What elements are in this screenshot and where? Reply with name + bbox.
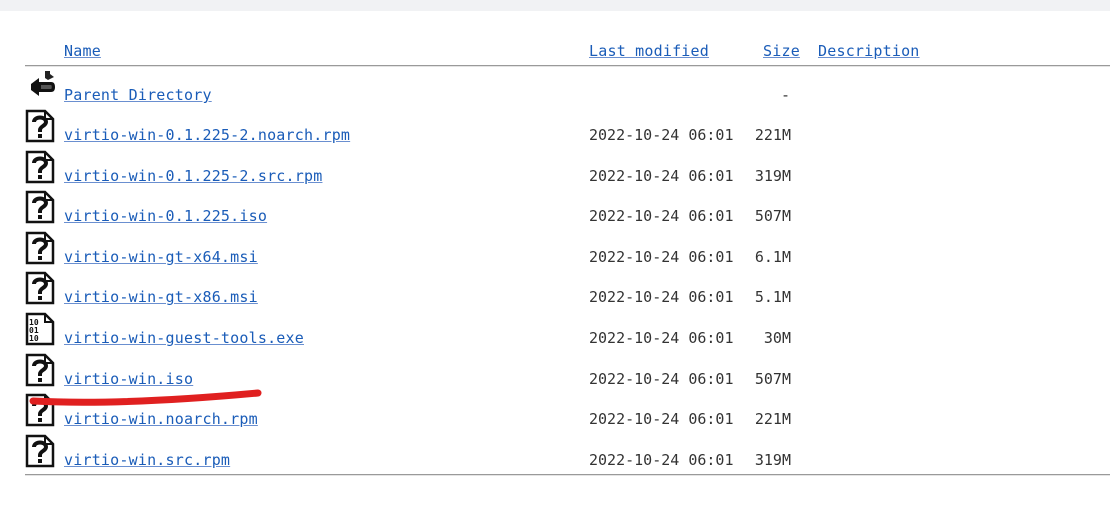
file-link[interactable]: virtio-win.iso — [64, 370, 193, 388]
back-arrow-icon — [25, 68, 57, 104]
file-size: 221M — [754, 126, 791, 144]
unknown-file-icon — [25, 190, 55, 228]
file-size: 507M — [754, 369, 791, 388]
browser-top-strip — [0, 0, 1110, 11]
file-size: 30M — [763, 329, 791, 347]
unknown-file-icon — [25, 231, 55, 269]
sort-by-size-link[interactable]: Size — [763, 42, 800, 60]
file-last-modified: 2022-10-24 06:01 — [589, 410, 734, 429]
file-link[interactable]: virtio-win-0.1.225-2.noarch.rpm — [64, 126, 350, 144]
unknown-file-icon — [25, 150, 55, 188]
file-size: 507M — [754, 207, 791, 226]
unknown-file-icon — [25, 109, 55, 147]
unknown-file-icon — [25, 271, 55, 309]
file-size: 319M — [754, 450, 791, 469]
file-size: 221M — [754, 410, 791, 429]
file-link[interactable]: virtio-win-guest-tools.exe — [64, 329, 304, 347]
file-size: 5.1M — [754, 288, 791, 307]
file-link[interactable]: virtio-win.src.rpm — [64, 451, 230, 469]
unknown-file-icon — [25, 393, 55, 431]
footer-divider — [25, 474, 1110, 476]
file-link[interactable]: virtio-win.noarch.rpm — [64, 410, 258, 428]
sort-by-name-link[interactable]: Name — [64, 42, 101, 60]
binary-file-icon: 10 01 10 — [25, 312, 55, 350]
file-link[interactable]: virtio-win-0.1.225-2.src.rpm — [64, 167, 322, 185]
file-last-modified: 2022-10-24 06:01 — [589, 166, 734, 185]
file-last-modified: 2022-10-24 06:01 — [589, 247, 734, 266]
svg-text:10: 10 — [29, 334, 39, 343]
file-last-modified: 2022-10-24 06:01 — [589, 329, 734, 347]
file-last-modified: 2022-10-24 06:01 — [589, 288, 734, 307]
sort-by-description-link[interactable]: Description — [818, 42, 920, 60]
file-link[interactable]: virtio-win-gt-x64.msi — [64, 248, 258, 266]
unknown-file-icon — [25, 434, 55, 472]
parent-directory-size: - — [781, 86, 791, 104]
file-size: 6.1M — [754, 247, 791, 266]
file-size: 319M — [754, 166, 791, 185]
file-last-modified: 2022-10-24 06:01 — [589, 450, 734, 469]
file-last-modified: 2022-10-24 06:01 — [589, 369, 734, 388]
unknown-file-icon — [25, 353, 55, 391]
file-last-modified: 2022-10-24 06:01 — [589, 126, 734, 144]
header-divider — [25, 65, 1110, 67]
file-link[interactable]: virtio-win-gt-x86.msi — [64, 288, 258, 306]
file-last-modified: 2022-10-24 06:01 — [589, 207, 734, 226]
parent-directory-link[interactable]: Parent Directory — [64, 86, 212, 104]
file-link[interactable]: virtio-win-0.1.225.iso — [64, 207, 267, 225]
sort-by-last-modified-link[interactable]: Last modified — [589, 42, 709, 60]
